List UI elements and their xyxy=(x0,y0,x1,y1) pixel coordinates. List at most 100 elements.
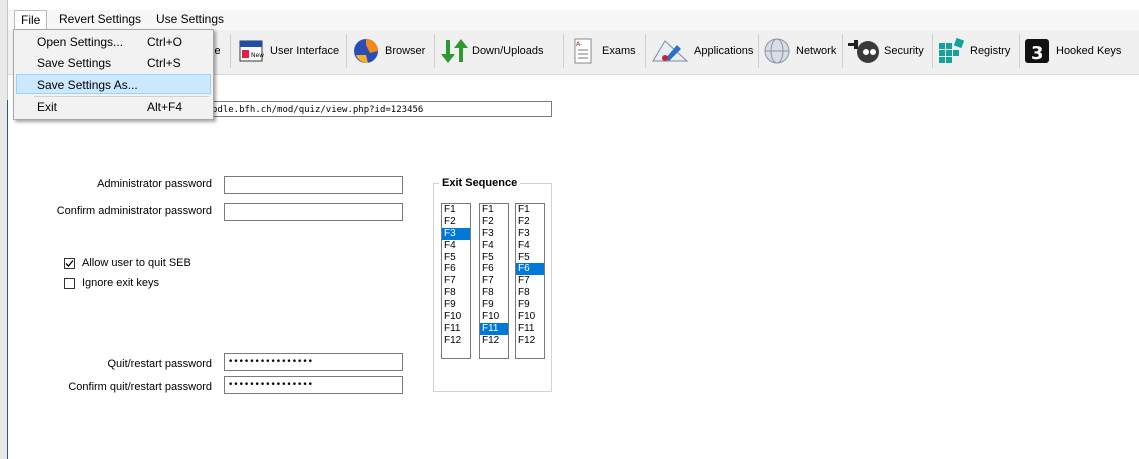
menu-use-settings[interactable]: Use Settings xyxy=(150,10,230,28)
key-option[interactable]: F2 xyxy=(480,216,508,228)
menu-exit-label: Exit xyxy=(37,100,58,114)
key-option[interactable]: F9 xyxy=(516,299,544,311)
key-option[interactable]: F10 xyxy=(516,311,544,323)
tab-applications-label: Applications xyxy=(694,45,754,57)
quit-password-input[interactable]: •••••••••••••••• xyxy=(224,353,403,371)
menu-save-settings-shortcut: Ctrl+S xyxy=(147,56,181,70)
key-option[interactable]: F6 xyxy=(442,263,470,275)
key-option-selected[interactable]: F3 xyxy=(442,227,470,240)
tab-user-interface[interactable]: New User Interface xyxy=(236,32,339,70)
menu-open-settings-label: Open Settings... xyxy=(37,35,124,49)
menu-exit[interactable]: Exit Alt+F4 xyxy=(16,97,211,117)
key-option[interactable]: F9 xyxy=(442,299,470,311)
key-option[interactable]: F8 xyxy=(442,287,470,299)
admin-confirm-input[interactable] xyxy=(224,203,403,221)
exams-icon: A- xyxy=(568,36,598,66)
tab-registry[interactable]: Registry xyxy=(936,32,1010,70)
tab-security-label: Security xyxy=(884,45,924,57)
key-option[interactable]: F10 xyxy=(442,311,470,323)
key-option[interactable]: F2 xyxy=(442,216,470,228)
menu-save-settings[interactable]: Save Settings Ctrl+S xyxy=(16,53,211,73)
toolbar-separator xyxy=(842,34,843,68)
key-option[interactable]: F11 xyxy=(516,323,544,335)
quit-confirm-input[interactable]: •••••••••••••••• xyxy=(224,376,403,394)
tab-exams-label: Exams xyxy=(602,45,636,57)
key-option[interactable]: F10 xyxy=(480,311,508,323)
key-option[interactable]: F5 xyxy=(480,252,508,264)
tab-hooked-keys-label: Hooked Keys xyxy=(1056,45,1122,57)
menu-open-settings-shortcut: Ctrl+O xyxy=(147,35,183,49)
tab-applications[interactable]: Applications xyxy=(650,32,753,70)
quit-confirm-label: Confirm quit/restart password xyxy=(68,381,212,393)
tab-security[interactable]: Security xyxy=(846,32,924,70)
tab-network[interactable]: Network xyxy=(762,32,836,70)
toolbar-separator xyxy=(645,34,646,68)
key-option[interactable]: F12 xyxy=(516,335,544,347)
down-uploads-icon xyxy=(438,36,468,66)
key-option[interactable]: F12 xyxy=(442,335,470,347)
key-option[interactable]: F9 xyxy=(480,299,508,311)
toolbar-separator xyxy=(932,34,933,68)
svg-text:3: 3 xyxy=(1031,43,1044,64)
key-option[interactable]: F11 xyxy=(442,323,470,335)
quit-password-label: Quit/restart password xyxy=(107,358,212,370)
key-option[interactable]: F8 xyxy=(516,287,544,299)
key-option[interactable]: F7 xyxy=(480,275,508,287)
menu-save-settings-label: Save Settings xyxy=(37,56,112,70)
key-option[interactable]: F7 xyxy=(516,275,544,287)
tab-hooked-keys[interactable]: 3 Hooked Keys xyxy=(1022,32,1121,70)
exit-sequence-title: Exit Sequence xyxy=(439,177,521,189)
allow-quit-label: Allow user to quit SEB xyxy=(82,257,191,269)
tab-network-label: Network xyxy=(796,45,837,57)
toolbar-separator xyxy=(563,34,564,68)
menu-revert-settings[interactable]: Revert Settings xyxy=(53,10,147,28)
key-option[interactable]: F7 xyxy=(442,275,470,287)
key-option-selected[interactable]: F6 xyxy=(516,263,544,276)
key-option[interactable]: F1 xyxy=(480,204,508,216)
toolbar-separator xyxy=(230,34,231,68)
admin-confirm-label: Confirm administrator password xyxy=(56,205,212,217)
key-option[interactable]: F6 xyxy=(480,263,508,275)
key-option[interactable]: F12 xyxy=(480,335,508,347)
tab-exams[interactable]: A- Exams xyxy=(568,32,636,70)
exit-key-list-1[interactable]: F1 F2 F3 F4 F5 F6 F7 F8 F9 F10 F11 F12 xyxy=(441,203,471,359)
key-option-selected[interactable]: F11 xyxy=(480,322,508,335)
admin-password-input[interactable] xyxy=(224,176,403,194)
start-url-field[interactable]: odle.bfh.ch/mod/quiz/view.php?id=123456 xyxy=(205,101,552,117)
key-option[interactable]: F2 xyxy=(516,216,544,228)
key-option[interactable]: F4 xyxy=(516,240,544,252)
window-border xyxy=(7,100,8,459)
key-option[interactable]: F5 xyxy=(442,252,470,264)
applications-icon xyxy=(650,36,690,66)
toolbar-separator xyxy=(346,34,347,68)
menu-file[interactable]: File xyxy=(14,10,48,30)
tab-browser[interactable]: Browser xyxy=(351,32,425,70)
network-icon xyxy=(762,36,792,66)
svg-text:A-: A- xyxy=(576,41,582,48)
key-option[interactable]: F5 xyxy=(516,252,544,264)
allow-quit-checkbox[interactable] xyxy=(64,258,75,269)
security-icon xyxy=(846,36,880,66)
key-option[interactable]: F1 xyxy=(442,204,470,216)
menu-open-settings[interactable]: Open Settings... Ctrl+O xyxy=(16,32,211,52)
toolbar-separator xyxy=(434,34,435,68)
admin-password-label: Administrator password xyxy=(97,178,212,190)
ignore-exit-keys-checkbox[interactable] xyxy=(64,278,75,289)
key-option[interactable]: F3 xyxy=(480,228,508,240)
key-option[interactable]: F1 xyxy=(516,204,544,216)
key-option[interactable]: F3 xyxy=(516,228,544,240)
tab-down-uploads[interactable]: Down/Uploads xyxy=(438,32,544,70)
toolbar-separator xyxy=(758,34,759,68)
menu-save-settings-as-label: Save Settings As... xyxy=(37,78,138,92)
key-option[interactable]: F4 xyxy=(480,240,508,252)
menu-bar: File Revert Settings Use Settings xyxy=(8,10,1139,30)
exit-key-list-2[interactable]: F1 F2 F3 F4 F5 F6 F7 F8 F9 F10 F11 F12 xyxy=(479,203,509,359)
menu-save-settings-as[interactable]: Save Settings As... xyxy=(16,74,211,94)
key-option[interactable]: F4 xyxy=(442,240,470,252)
exit-key-list-3[interactable]: F1 F2 F3 F4 F5 F6 F7 F8 F9 F10 F11 F12 xyxy=(515,203,545,359)
key-option[interactable]: F8 xyxy=(480,287,508,299)
tab-registry-label: Registry xyxy=(970,45,1011,57)
registry-icon xyxy=(936,36,966,66)
tab-down-uploads-label: Down/Uploads xyxy=(472,45,544,57)
user-interface-icon: New xyxy=(236,36,266,66)
